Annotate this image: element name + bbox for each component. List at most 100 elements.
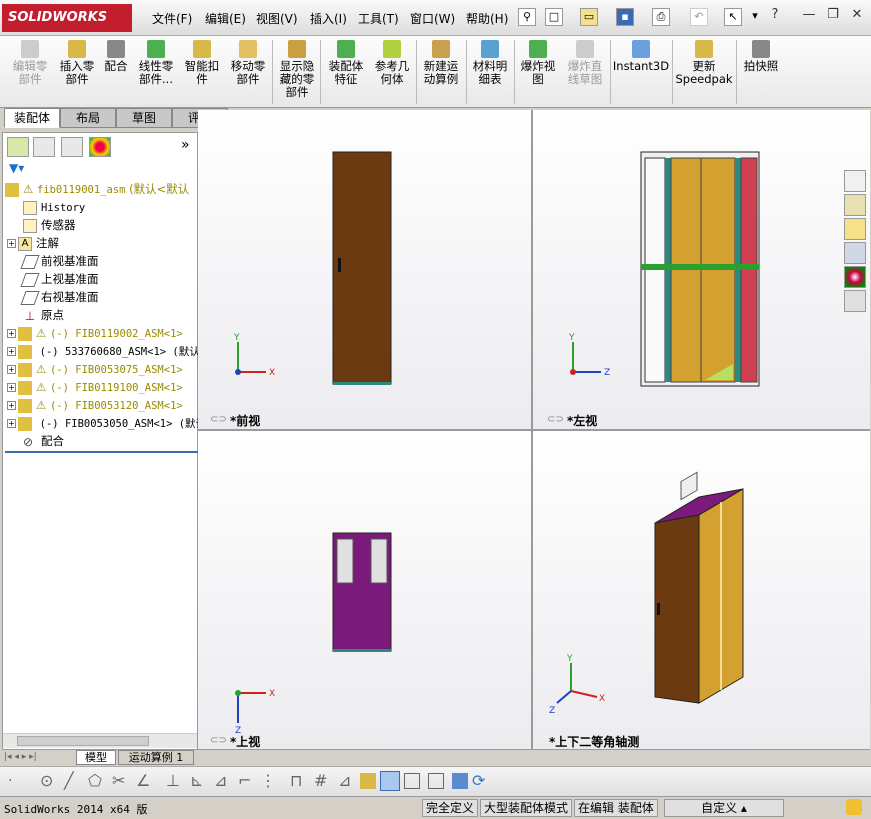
status-units-dropdown[interactable]: 自定义 ▴ xyxy=(664,799,784,817)
corner-icon[interactable]: ⌐ xyxy=(238,771,251,790)
hidden-lines-icon[interactable] xyxy=(428,773,444,789)
section-icon[interactable]: ⊿ xyxy=(338,771,351,790)
relation-icon[interactable]: ⊥ xyxy=(166,771,180,790)
help-button[interactable]: ? xyxy=(766,6,784,24)
appearance-manager-tab-icon[interactable] xyxy=(89,137,111,157)
update-speedpak-button[interactable]: 更新 Speedpak xyxy=(674,38,734,86)
view-link-icon[interactable]: ⊂⊃ xyxy=(210,414,227,425)
property-manager-tab-icon[interactable] xyxy=(33,137,55,157)
rollback-bar[interactable] xyxy=(5,451,201,453)
view-cube-icon[interactable] xyxy=(452,773,468,789)
expand-icon[interactable]: + xyxy=(7,419,16,428)
custom-properties-icon[interactable] xyxy=(844,290,866,312)
minimize-button[interactable]: — xyxy=(800,6,818,24)
instant3d-button[interactable]: Instant3D xyxy=(612,38,670,73)
take-snapshot-button[interactable]: 拍快照 xyxy=(738,38,784,73)
menu-file[interactable]: 文件(F) xyxy=(152,10,192,27)
smart-fasteners-button[interactable]: 智能扣 件 xyxy=(180,38,224,86)
expand-panel-icon[interactable]: » xyxy=(181,137,190,153)
design-library-icon[interactable] xyxy=(844,194,866,216)
viewport-left[interactable]: Y Z ⊂⊃ *左视 xyxy=(532,110,870,430)
solidworks-logo[interactable]: SOLIDWORKS xyxy=(2,4,132,32)
expand-icon[interactable]: + xyxy=(7,239,16,248)
tree-item-top-plane[interactable]: 上视基准面 xyxy=(20,270,99,288)
exploded-view-button[interactable]: 爆炸视 图 xyxy=(516,38,560,86)
component-icon[interactable] xyxy=(360,773,376,789)
feature-tree-tab-icon[interactable] xyxy=(7,137,29,157)
offset-icon[interactable]: ⊿ xyxy=(214,771,227,790)
save-icon[interactable]: ▪ xyxy=(616,8,634,26)
tab-sketch[interactable]: 草图 xyxy=(116,108,172,128)
rebuild-status-icon[interactable] xyxy=(846,799,862,815)
edit-component-button[interactable]: 编辑零 部件 xyxy=(6,38,54,86)
pin-icon[interactable]: ⚲ xyxy=(518,8,536,26)
wireframe-icon[interactable] xyxy=(404,773,420,789)
scrollbar-thumb[interactable] xyxy=(17,736,149,746)
tree-root-assembly[interactable]: ⚠ fib0119001_asm (默认<默认 xyxy=(5,180,189,198)
new-motion-study-button[interactable]: 新建运 动算例 xyxy=(418,38,464,86)
close-button[interactable]: ✕ xyxy=(848,6,866,24)
restore-button[interactable]: ❐ xyxy=(824,6,842,24)
grid-icon[interactable]: # xyxy=(314,771,327,790)
tree-item-right-plane[interactable]: 右视基准面 xyxy=(20,288,99,306)
view-palette-icon[interactable] xyxy=(844,242,866,264)
tree-item-component[interactable]: + ⚠ (-) FIB0119100_ASM<1> xyxy=(7,378,183,396)
mate-button[interactable]: 配合 xyxy=(100,38,132,73)
insert-component-button[interactable]: 插入零 部件 xyxy=(54,38,100,86)
tree-item-component[interactable]: + ⚠ (-) FIB0053120_ASM<1> xyxy=(7,396,183,414)
horizontal-scrollbar[interactable] xyxy=(3,733,197,748)
viewport-top[interactable]: Z X ⊂⊃ *上视 xyxy=(198,430,532,750)
bill-of-materials-button[interactable]: 材料明 细表 xyxy=(468,38,512,86)
menu-view[interactable]: 视图(V) xyxy=(256,10,298,27)
tree-item-sensors[interactable]: 传感器 xyxy=(23,216,76,234)
expand-icon[interactable]: + xyxy=(7,401,16,410)
move-component-button[interactable]: 移动零 部件 xyxy=(226,38,270,86)
expand-icon[interactable]: + xyxy=(7,329,16,338)
print-icon[interactable]: ⎙ xyxy=(652,8,670,26)
tree-item-annotations[interactable]: + A 注解 xyxy=(7,234,59,252)
view-link-icon[interactable]: ⊂⊃ xyxy=(210,735,227,746)
home-icon[interactable] xyxy=(844,170,866,192)
dimension-icon[interactable]: ⊾ xyxy=(190,771,203,790)
angle-icon[interactable]: ∠ xyxy=(136,771,150,790)
tree-item-component[interactable]: + (-) 533760680_ASM<1> (默认 xyxy=(7,342,200,360)
expand-icon[interactable]: + xyxy=(7,383,16,392)
menu-insert[interactable]: 插入(I) xyxy=(310,10,347,27)
tab-motion-study[interactable]: 运动算例 1 xyxy=(118,750,194,765)
undo-icon[interactable]: ↶ xyxy=(690,8,708,26)
configuration-manager-tab-icon[interactable] xyxy=(61,137,83,157)
tree-item-mates[interactable]: ⊘ 配合 xyxy=(23,432,64,450)
menu-help[interactable]: 帮助(H) xyxy=(466,10,508,27)
tree-item-component[interactable]: + (-) FIB0053050_ASM<1> (默认 xyxy=(7,414,206,432)
new-document-icon[interactable]: □ xyxy=(545,8,563,26)
expand-icon[interactable]: + xyxy=(7,365,16,374)
circle-icon[interactable]: ⊙ xyxy=(40,771,53,790)
tab-model[interactable]: 模型 xyxy=(76,750,116,765)
explode-line-sketch-button[interactable]: 爆炸直 线草图 xyxy=(562,38,608,86)
filter-icon[interactable]: ▼▾ xyxy=(9,161,24,175)
tree-item-component[interactable]: + ⚠ (-) FIB0053075_ASM<1> xyxy=(7,360,183,378)
trim-icon[interactable]: ✂ xyxy=(112,771,125,790)
tree-item-front-plane[interactable]: 前视基准面 xyxy=(20,252,99,270)
viewport-isometric[interactable]: Y X Z *上下二等角轴测 xyxy=(532,430,870,750)
viewport-front[interactable]: Y X ⊂⊃ *前视 xyxy=(198,110,532,430)
tree-item-history[interactable]: History xyxy=(23,198,85,216)
shaded-display-icon[interactable] xyxy=(380,771,400,791)
expand-icon[interactable]: + xyxy=(7,347,16,356)
linear-pattern-button[interactable]: 线性零 部件... xyxy=(134,38,178,86)
tab-layout[interactable]: 布局 xyxy=(60,108,116,128)
view-link-icon[interactable]: ⊂⊃ xyxy=(547,414,564,425)
graphics-area[interactable]: ⊕ ⊕ ↯ 👁 ▭ ▭ — ❐ ✕ Y X ⊂⊃ *前视 xyxy=(198,110,870,750)
menu-edit[interactable]: 编辑(E) xyxy=(205,10,246,27)
appearances-icon[interactable] xyxy=(844,266,866,288)
rebuild-icon[interactable]: ⟳ xyxy=(472,771,485,790)
show-hidden-components-button[interactable]: 显示隐 藏的零 部件 xyxy=(276,38,318,99)
tab-assembly[interactable]: 装配体 xyxy=(4,108,60,128)
menu-tools[interactable]: 工具(T) xyxy=(358,10,399,27)
measure-icon[interactable]: ⊓ xyxy=(290,771,302,790)
file-explorer-icon[interactable] xyxy=(844,218,866,240)
tree-item-component[interactable]: + ⚠ (-) FIB0119002_ASM<1> xyxy=(7,324,183,342)
open-folder-icon[interactable]: ▭ xyxy=(580,8,598,26)
polygon-icon[interactable]: ⬠ xyxy=(88,771,102,790)
assembly-features-button[interactable]: 装配体 特征 xyxy=(324,38,368,86)
